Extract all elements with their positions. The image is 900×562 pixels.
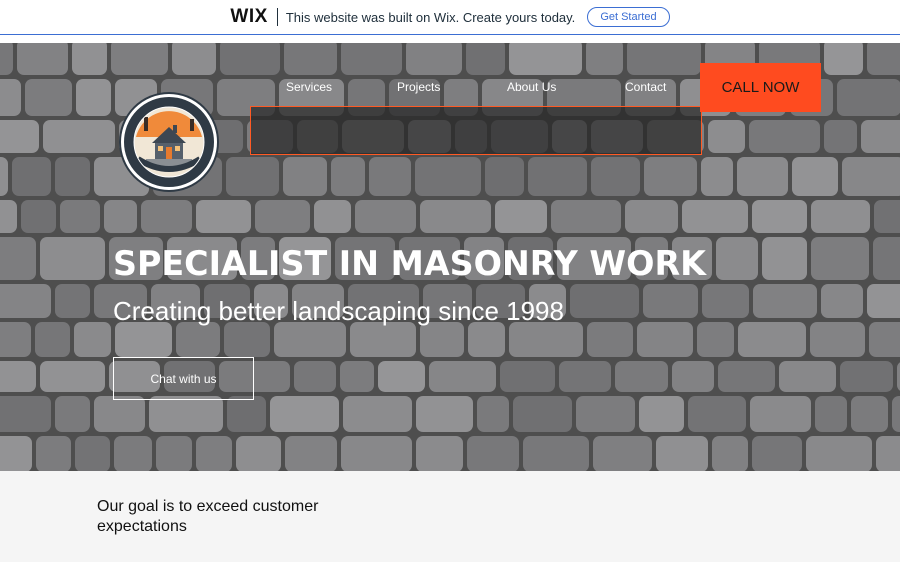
house-badge-icon [125, 98, 213, 186]
chat-with-us-button[interactable]: Chat with us [113, 357, 254, 400]
main-nav [250, 106, 702, 155]
hero-title: SPECIALIST IN MASONRY WORK [113, 244, 706, 284]
wix-banner: WIX This website was built on Wix. Creat… [0, 0, 900, 35]
wix-logo[interactable]: WIX [230, 6, 267, 28]
banner-message: This website was built on Wix. Create yo… [285, 9, 576, 25]
company-logo[interactable] [121, 94, 217, 190]
nav-services[interactable]: Services [286, 80, 332, 94]
nav-contact[interactable]: Contact [625, 80, 666, 94]
goal-heading: Our goal is to exceed customer expectati… [97, 498, 319, 535]
header-spacer [0, 35, 900, 43]
nav-about-us[interactable]: About Us [507, 80, 556, 94]
call-now-button[interactable]: CALL NOW [700, 63, 821, 112]
banner-divider [276, 8, 278, 26]
get-started-button[interactable]: Get Started [587, 7, 670, 27]
hero-subtitle: Creating better landscaping since 1998 [113, 296, 564, 326]
nav-projects[interactable]: Projects [397, 80, 440, 94]
